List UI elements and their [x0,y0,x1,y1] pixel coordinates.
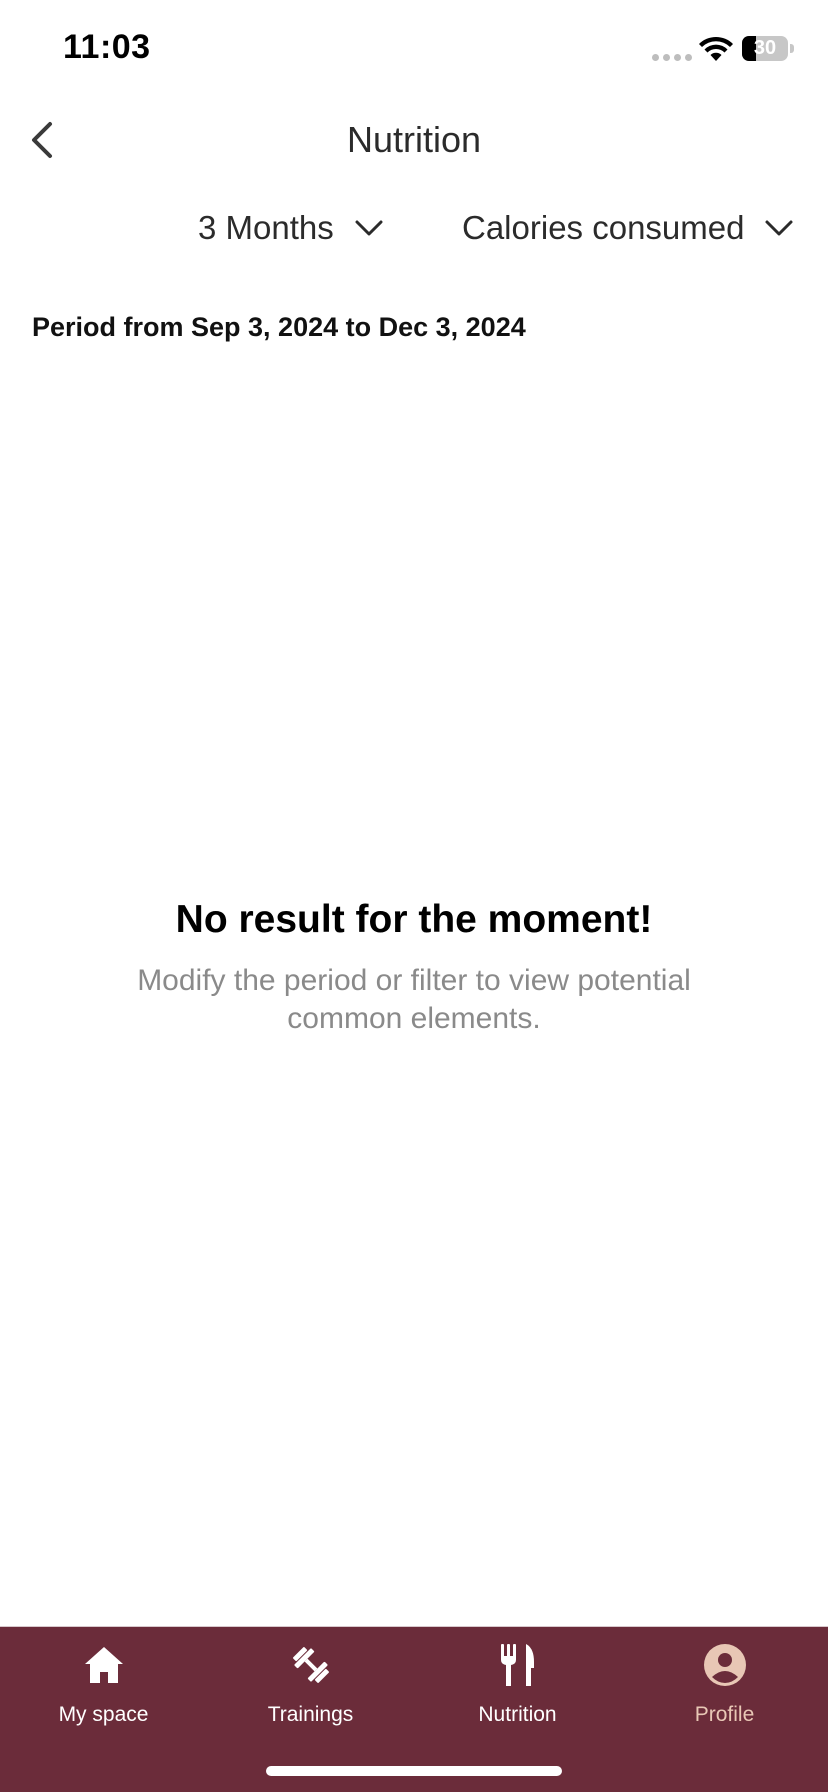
status-bar: 11:03 30 [0,0,828,100]
nav-item-nutrition[interactable]: Nutrition [414,1641,621,1751]
wifi-icon [699,36,733,61]
battery-level: 30 [753,37,777,59]
nav-item-profile[interactable]: Profile [621,1641,828,1751]
nav-label-nutrition: Nutrition [478,1703,557,1726]
nav-label-trainings: Trainings [267,1703,354,1726]
profile-icon [701,1641,749,1689]
page-title: Nutrition [346,119,482,160]
nav-item-my-space[interactable]: My space [0,1641,207,1751]
nutrition-screen: 11:03 30 Nutrition 3 Months Calories con… [0,0,828,1792]
nav-item-trainings[interactable]: Trainings [207,1641,414,1751]
nav-label-profile: Profile [694,1703,755,1726]
period-range-text: Period from Sep 3, 2024 to Dec 3, 2024 [32,312,526,342]
status-time: 11:03 [63,28,151,66]
dumbbell-icon [287,1641,335,1689]
chevron-down-icon [355,220,383,236]
battery-cap [790,44,794,53]
home-indicator[interactable] [266,1766,562,1776]
fork-knife-icon [494,1641,542,1689]
battery-icon: 30 [742,36,788,61]
period-filter-label: 3 Months [198,209,334,246]
home-icon [80,1641,128,1689]
cellular-signal-icon [652,54,692,61]
empty-state-message: Modify the period or filter to view pote… [137,964,691,1035]
metric-filter-dropdown[interactable]: Calories consumed [462,204,794,252]
chevron-down-icon [765,220,793,236]
nav-label-my-space: My space [58,1703,149,1726]
empty-state-title: No result for the moment! [175,898,653,941]
period-filter-dropdown[interactable]: 3 Months [198,204,384,252]
metric-filter-label: Calories consumed [462,209,745,246]
